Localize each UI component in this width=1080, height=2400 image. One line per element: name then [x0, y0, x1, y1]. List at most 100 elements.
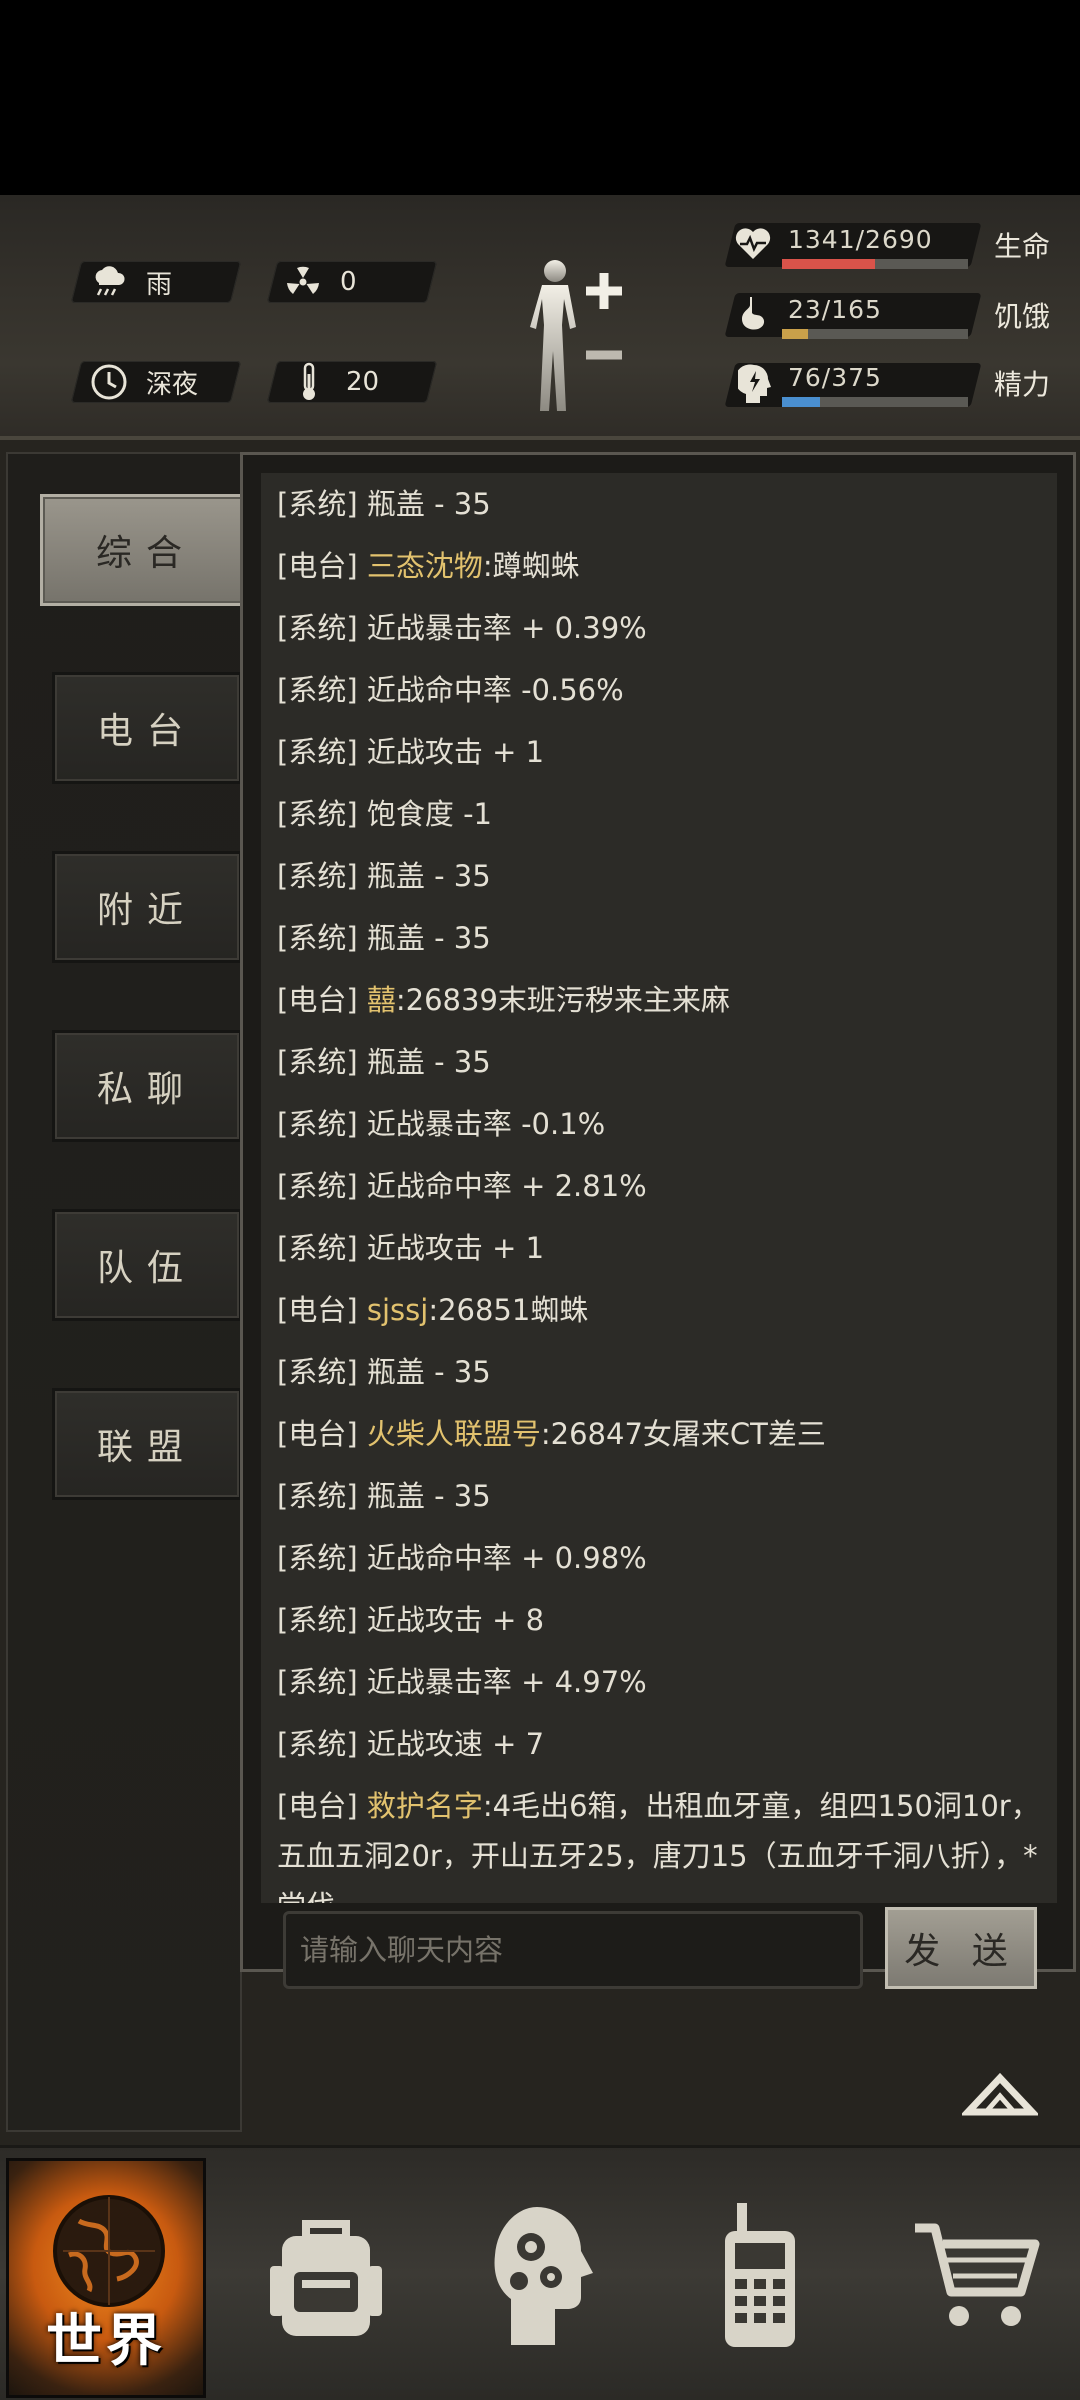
chat-message: [电台] 囍:26839末班污秽来主来麻: [277, 969, 1045, 1031]
chat-input-row: 发 送: [261, 1905, 1057, 1989]
hunger-label: 饥饿: [994, 300, 1051, 333]
chat-message: [电台] 火柴人联盟号:26847女屠来CT差三: [277, 1403, 1045, 1465]
message-channel: [系统]: [277, 1603, 367, 1637]
message-channel: [系统]: [277, 611, 367, 645]
chat-input[interactable]: [283, 1911, 863, 1989]
message-channel: [电台]: [277, 1293, 367, 1327]
status-header: 雨 0 深夜 20 1341/2690 生命 23/165 饥饿 76/375 …: [0, 195, 1080, 440]
chat-message: [电台] 三态沈物:蹲蜘蛛: [277, 535, 1045, 597]
message-text: :蹲蜘蛛: [482, 549, 580, 583]
chat-message: [系统] 近战攻击 + 8: [277, 1589, 1045, 1651]
backpack-icon: [266, 2206, 386, 2350]
nav-shop[interactable]: [876, 2158, 1076, 2398]
clock-icon: [90, 363, 128, 401]
life-bar-fill: [782, 259, 875, 269]
chat-message: [系统] 近战命中率 -0.56%: [277, 659, 1045, 721]
message-text: 饱食度 -1: [366, 797, 492, 831]
message-channel: [系统]: [277, 1541, 367, 1575]
nav-skills[interactable]: [444, 2158, 644, 2398]
message-channel: [电台]: [277, 1789, 367, 1823]
chat-screen: 综合 电台 附近 私聊 队伍 联盟 [系统] 瓶盖 - 35 [电台] 三态沈物:…: [0, 440, 1080, 2145]
message-channel: [系统]: [277, 1231, 367, 1265]
chat-message: [系统] 近战攻击 + 1: [277, 1217, 1045, 1279]
thermometer-icon: [290, 362, 328, 401]
tab-private[interactable]: 私聊: [52, 1030, 242, 1142]
message-sender[interactable]: sjssj: [367, 1293, 428, 1327]
chat-message: [系统] 瓶盖 - 35: [277, 845, 1045, 907]
message-channel: [系统]: [277, 487, 367, 521]
body-status-icon[interactable]: [520, 255, 630, 415]
message-text: 近战命中率 + 0.98%: [366, 1541, 647, 1575]
tab-radio[interactable]: 电台: [52, 672, 242, 784]
message-text: 瓶盖 - 35: [366, 1479, 491, 1513]
message-sender[interactable]: 火柴人联盟号: [367, 1417, 541, 1451]
chat-message: [电台] 救护名字:4毛出6箱，出租血牙童，组四150洞10r，五血五洞20r，…: [277, 1775, 1045, 1903]
message-channel: [系统]: [277, 1727, 367, 1761]
tab-alliance[interactable]: 联盟: [52, 1388, 242, 1500]
nav-world[interactable]: 世界: [6, 2158, 206, 2398]
message-channel: [系统]: [277, 797, 367, 831]
time-status: 深夜: [90, 361, 198, 403]
hunger-bar: [782, 329, 968, 339]
heart-pulse-icon: [734, 225, 772, 265]
bottom-nav: 世界: [0, 2145, 1080, 2400]
weather-status: 雨: [90, 261, 172, 303]
message-text: 近战攻击 + 1: [366, 1231, 545, 1265]
message-text: 近战攻击 + 1: [366, 735, 545, 769]
tab-team[interactable]: 队伍: [52, 1209, 242, 1321]
temperature-status: 20: [290, 361, 379, 403]
message-text: 近战命中率 -0.56%: [366, 673, 624, 707]
message-text: 近战暴击率 + 4.97%: [366, 1665, 647, 1699]
chat-log[interactable]: [系统] 瓶盖 - 35 [电台] 三态沈物:蹲蜘蛛 [系统] 近战暴击率 + 0.…: [261, 473, 1057, 1903]
weather-text: 雨: [146, 269, 173, 300]
nav-radio[interactable]: [660, 2158, 860, 2398]
message-text: 近战攻击 + 8: [366, 1603, 545, 1637]
chat-message: [系统] 瓶盖 - 35: [277, 907, 1045, 969]
message-text: 瓶盖 - 35: [366, 859, 491, 893]
message-text: 近战暴击率 -0.1%: [366, 1107, 606, 1141]
message-channel: [系统]: [277, 673, 367, 707]
brain-gears-icon: [489, 2201, 599, 2355]
time-text: 深夜: [146, 369, 199, 400]
radiation-icon: [284, 263, 322, 301]
chat-message: [系统] 饱食度 -1: [277, 783, 1045, 845]
message-sender[interactable]: 囍: [367, 983, 396, 1017]
hunger-value: 23/165: [788, 295, 882, 324]
chat-message: [系统] 近战暴击率 -0.1%: [277, 1093, 1045, 1155]
message-channel: [系统]: [277, 1045, 367, 1079]
chat-message: [系统] 近战暴击率 + 0.39%: [277, 597, 1045, 659]
shopping-cart-icon: [911, 2216, 1041, 2340]
message-channel: [系统]: [277, 1479, 367, 1513]
message-text: 瓶盖 - 35: [366, 1355, 491, 1389]
life-label: 生命: [994, 230, 1051, 263]
message-text: 近战攻速 + 7: [366, 1727, 545, 1761]
message-text: :26851蜘蛛: [428, 1293, 589, 1327]
chat-message: [系统] 近战命中率 + 2.81%: [277, 1155, 1045, 1217]
message-channel: [电台]: [277, 1417, 367, 1451]
message-channel: [电台]: [277, 549, 367, 583]
chat-message: [系统] 近战命中率 + 0.98%: [277, 1527, 1045, 1589]
radiation-text: 0: [340, 267, 357, 297]
energy-bar: [782, 397, 968, 407]
message-channel: [系统]: [277, 1107, 367, 1141]
send-button[interactable]: 发 送: [885, 1907, 1037, 1989]
chat-message: [系统] 瓶盖 - 35: [277, 1341, 1045, 1403]
energy-label: 精力: [994, 368, 1051, 401]
nav-world-label: 世界: [46, 2309, 166, 2374]
message-sender[interactable]: 三态沈物: [367, 549, 483, 583]
chevron-up-icon[interactable]: [959, 2068, 1041, 2118]
message-channel: [系统]: [277, 921, 367, 955]
message-channel: [系统]: [277, 735, 367, 769]
nav-backpack[interactable]: [226, 2158, 426, 2398]
message-text: :26839末班污秽来主来麻: [395, 983, 730, 1017]
tab-nearby[interactable]: 附近: [52, 851, 242, 963]
stomach-icon: [738, 295, 770, 337]
message-text: 近战命中率 + 2.81%: [366, 1169, 647, 1203]
message-sender[interactable]: 救护名字: [367, 1789, 483, 1823]
message-channel: [电台]: [277, 983, 367, 1017]
chat-message: [系统] 瓶盖 - 35: [277, 1031, 1045, 1093]
message-text: :26847女屠来CT差三: [540, 1417, 826, 1451]
tab-comprehensive[interactable]: 综合: [40, 494, 252, 606]
message-text: 瓶盖 - 35: [366, 1045, 491, 1079]
temperature-text: 20: [346, 367, 380, 397]
